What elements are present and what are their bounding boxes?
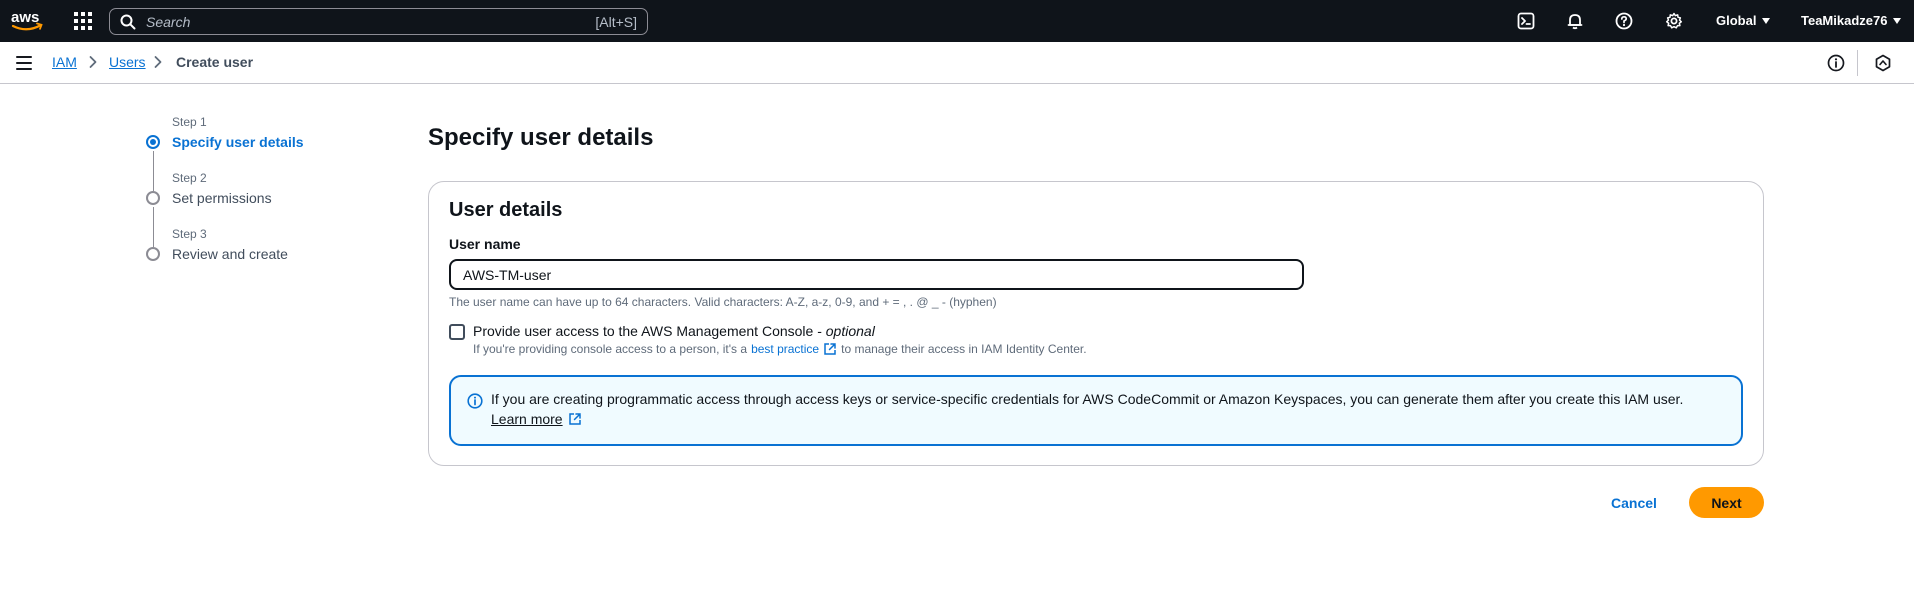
- step-connector: [153, 207, 154, 247]
- step-3-label: Step 3: [172, 227, 207, 241]
- step-1-label: Step 1: [172, 115, 207, 129]
- breadcrumb-bar: IAM Users Create user: [0, 42, 1914, 84]
- step-1-title[interactable]: Specify user details: [172, 134, 304, 150]
- external-link-icon: [568, 413, 581, 425]
- search-shortcut: [Alt+S]: [595, 14, 637, 30]
- cancel-button[interactable]: Cancel: [1603, 491, 1665, 515]
- region-label: Global: [1716, 13, 1757, 28]
- chevron-right-icon: [89, 56, 97, 68]
- search-box[interactable]: Search [Alt+S]: [109, 8, 648, 35]
- breadcrumb-iam[interactable]: IAM: [52, 54, 77, 70]
- card-title: User details: [449, 199, 563, 221]
- step-1-indicator: [146, 135, 160, 149]
- aws-logo-text: aws: [11, 9, 39, 26]
- learn-more-link[interactable]: Learn more: [491, 411, 582, 427]
- account-menu[interactable]: TeaMikadze76: [1801, 13, 1902, 28]
- user-name-hint: The user name can have up to 64 characte…: [449, 295, 997, 309]
- top-navigation: aws Search [Alt+S] Global TeaMikadze76: [0, 0, 1914, 42]
- best-practice-link[interactable]: best practice: [751, 342, 819, 356]
- console-desc-prefix: If you're providing console access to a …: [473, 342, 748, 356]
- breadcrumb-users[interactable]: Users: [109, 54, 146, 70]
- aws-logo[interactable]: aws: [10, 8, 44, 34]
- account-label: TeaMikadze76: [1801, 13, 1888, 28]
- menu-icon[interactable]: [16, 56, 32, 70]
- step-2-title: Set permissions: [172, 190, 272, 206]
- info-panel-icon[interactable]: [1827, 54, 1845, 72]
- search-placeholder: Search: [146, 14, 191, 30]
- next-button[interactable]: Next: [1689, 487, 1764, 518]
- gear-icon[interactable]: [1664, 11, 1684, 31]
- learn-more-label: Learn more: [491, 411, 563, 427]
- step-connector: [153, 151, 154, 191]
- step-3-title: Review and create: [172, 246, 288, 262]
- caret-down-icon: [1893, 17, 1902, 24]
- info-icon: [467, 393, 483, 409]
- page-title: Specify user details: [428, 124, 654, 151]
- optional-text: optional: [825, 323, 875, 339]
- console-access-checkbox[interactable]: [449, 324, 465, 340]
- alert-text: If you are creating programmatic access …: [491, 391, 1684, 407]
- console-access-text: Provide user access to the AWS Managemen…: [473, 323, 826, 339]
- cloudshell-icon[interactable]: [1516, 11, 1536, 31]
- user-name-input[interactable]: [449, 259, 1304, 290]
- external-link-icon: [824, 343, 836, 355]
- region-selector[interactable]: Global: [1716, 13, 1771, 28]
- chevron-right-icon: [154, 56, 162, 68]
- console-access-label[interactable]: Provide user access to the AWS Managemen…: [473, 323, 875, 339]
- caret-down-icon: [1762, 17, 1771, 24]
- console-desc-suffix: to manage their access in IAM Identity C…: [841, 342, 1087, 356]
- bell-icon[interactable]: [1565, 11, 1585, 31]
- user-name-label: User name: [449, 236, 521, 252]
- help-icon[interactable]: [1614, 11, 1634, 31]
- feedback-icon[interactable]: [1874, 54, 1892, 72]
- info-alert: If you are creating programmatic access …: [449, 375, 1743, 446]
- step-2-indicator: [146, 191, 160, 205]
- user-details-container: User details User name The user name can…: [428, 181, 1764, 466]
- apps-grid-icon[interactable]: [74, 12, 92, 30]
- step-2-label: Step 2: [172, 171, 207, 185]
- step-3-indicator: [146, 247, 160, 261]
- breadcrumb-current: Create user: [176, 54, 254, 70]
- console-access-description: If you're providing console access to a …: [473, 342, 1087, 356]
- divider: [1857, 50, 1858, 76]
- search-icon: [120, 14, 136, 30]
